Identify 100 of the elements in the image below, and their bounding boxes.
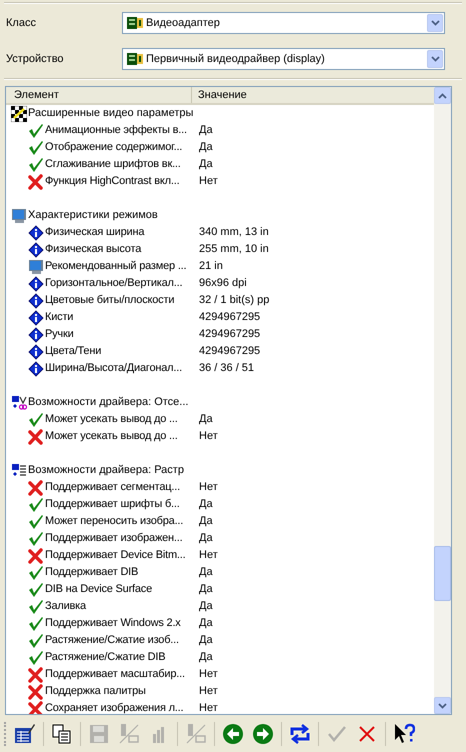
property-name: Может усекать вывод до ... <box>45 412 178 428</box>
driver-icon <box>11 462 27 478</box>
group-title: Расширенные видео параметры <box>28 106 194 122</box>
property-value: 32 / 1 bit(s) pp <box>199 293 270 308</box>
check-icon <box>28 564 44 580</box>
property-row[interactable]: Физическая высота 255 mm, 10 in <box>6 241 434 258</box>
info-icon <box>28 360 44 376</box>
property-name: Поддерживает Device Bitm... <box>45 548 186 564</box>
property-value: Да <box>199 616 213 632</box>
property-row[interactable]: Функция HighContrast вкл... Нет <box>6 173 434 190</box>
property-name: Сохраняет изображения л... <box>45 701 184 714</box>
info-icon <box>28 310 44 326</box>
computer-icon <box>185 723 207 746</box>
property-name: Растяжение/Сжатие изоб... <box>45 633 179 648</box>
group-row[interactable]: Возможности драйвера: Отсе... <box>6 394 434 411</box>
property-name: Поддерживает сегментац... <box>45 480 180 496</box>
device-dropdown[interactable]: Первичный видеодрайвер (display) <box>122 48 445 70</box>
property-row[interactable]: Сохраняет изображения л... Нет <box>6 700 434 714</box>
property-name: Цветовые биты/плоскости <box>45 293 174 308</box>
property-value: 36 / 36 / 51 <box>199 361 254 376</box>
property-row[interactable]: Поддерживает сегментац... Нет <box>6 479 434 496</box>
group-title: Возможности драйвера: Растр <box>28 463 184 478</box>
group-row[interactable]: Возможности драйвера: Растр <box>6 462 434 479</box>
property-row[interactable]: Кисти 4294967295 <box>6 309 434 326</box>
property-row[interactable]: Поддерживает DIB Да <box>6 564 434 581</box>
property-row[interactable]: Поддерживает шрифты б... Да <box>6 496 434 513</box>
property-row[interactable]: Поддерживает масштабир... Нет <box>6 666 434 683</box>
property-name: Рекомендованный размер ... <box>45 259 186 274</box>
property-row[interactable]: Сглаживание шрифтов вк... Да <box>6 156 434 173</box>
dropdown-button[interactable] <box>427 14 443 32</box>
monitor-icon <box>28 258 44 274</box>
property-row[interactable]: Заливка Да <box>6 598 434 615</box>
column-header[interactable]: Значение <box>192 87 434 103</box>
property-name: Физическая ширина <box>45 225 144 240</box>
property-row[interactable]: Цветовые биты/плоскости 32 / 1 bit(s) pp <box>6 292 434 309</box>
property-row[interactable]: Поддерживает Windows 2.x Да <box>6 615 434 632</box>
scroll-up-button[interactable] <box>434 87 451 104</box>
check-icon <box>28 632 44 648</box>
property-row[interactable]: Анимационные эффекты в... Да <box>6 122 434 139</box>
property-value: Да <box>199 599 213 614</box>
info-icon <box>28 326 44 342</box>
video-card-icon <box>127 52 143 66</box>
property-value: Да <box>199 514 213 530</box>
property-value: Да <box>199 582 213 598</box>
field-label: Устройство <box>5 52 65 67</box>
scroll-down-button[interactable] <box>434 697 451 714</box>
property-name: Поддерживает шрифты б... <box>45 497 180 512</box>
computer-icon <box>118 723 140 746</box>
property-row[interactable]: Может усекать вывод до ... Нет <box>6 428 434 445</box>
property-name: Поддерживает DIB <box>45 565 138 580</box>
property-row[interactable]: DIB на Device Surface Да <box>6 581 434 598</box>
property-row[interactable]: Поддерживает изображен... Да <box>6 530 434 547</box>
property-row[interactable]: Цвета/Тени 4294967295 <box>6 343 434 360</box>
check-icon <box>28 582 44 598</box>
property-row[interactable]: Горизонтальное/Вертикал... 96x96 dpi <box>6 275 434 292</box>
property-name: Цвета/Тени <box>45 344 102 360</box>
property-row[interactable]: Ручки 4294967295 <box>6 326 434 343</box>
property-name: Поддерживает масштабир... <box>45 667 185 682</box>
property-name: Поддерживает изображен... <box>45 531 182 546</box>
property-row[interactable]: Поддерживает Device Bitm... Нет <box>6 547 434 564</box>
property-value: Да <box>199 123 213 138</box>
check-icon <box>28 140 44 156</box>
device-dropdown[interactable]: Видеоадаптер <box>122 12 445 34</box>
property-name: Поддерживает Windows 2.x <box>45 616 181 632</box>
property-row[interactable]: Ширина/Высота/Диагонал... 36 / 36 / 51 <box>6 360 434 377</box>
property-row[interactable]: Растяжение/Сжатие DIB Да <box>6 649 434 666</box>
property-row[interactable]: Может переносить изобра... Да <box>6 513 434 530</box>
monitor-icon <box>11 208 27 224</box>
cross-icon <box>28 480 44 496</box>
cross-icon <box>28 700 44 714</box>
property-value: 340 mm, 13 in <box>199 225 269 240</box>
column-header[interactable]: Элемент <box>6 87 192 103</box>
group-title: Возможности драйвера: Отсе... <box>28 395 188 410</box>
property-value: Нет <box>199 701 218 714</box>
group-row[interactable]: Расширенные видео параметры <box>6 105 434 122</box>
property-row[interactable]: Растяжение/Сжатие изоб... Да <box>6 632 434 649</box>
property-name: Заливка <box>45 599 86 614</box>
property-row[interactable]: Может усекать вывод до ... Да <box>6 411 434 428</box>
property-row[interactable]: Рекомендованный размер ... 21 in <box>6 258 434 275</box>
property-value: Да <box>199 633 213 648</box>
property-row[interactable]: Поддержка палитры Нет <box>6 683 434 700</box>
check-icon <box>28 496 44 512</box>
property-row[interactable]: Физическая ширина 340 mm, 13 in <box>6 224 434 241</box>
property-value: 4294967295 <box>199 310 260 326</box>
property-row[interactable]: Отображение содержимог... Да <box>6 139 434 156</box>
cross-icon <box>28 174 44 190</box>
property-name: Ширина/Высота/Диагонал... <box>45 361 182 376</box>
table-edit-icon <box>14 723 36 746</box>
property-value: Да <box>199 565 213 580</box>
property-name: DIB на Device Surface <box>45 582 152 598</box>
property-value: Да <box>199 531 213 546</box>
dropdown-button[interactable] <box>427 50 443 68</box>
scroll-thumb[interactable] <box>434 546 451 602</box>
driver-icon <box>11 394 27 410</box>
info-icon <box>28 292 44 308</box>
property-value: Нет <box>199 548 218 564</box>
property-name: Функция HighContrast вкл... <box>45 174 180 190</box>
group-row[interactable]: Характеристики режимов <box>6 207 434 224</box>
cross-icon <box>28 428 44 444</box>
scrollbar[interactable] <box>434 87 451 714</box>
